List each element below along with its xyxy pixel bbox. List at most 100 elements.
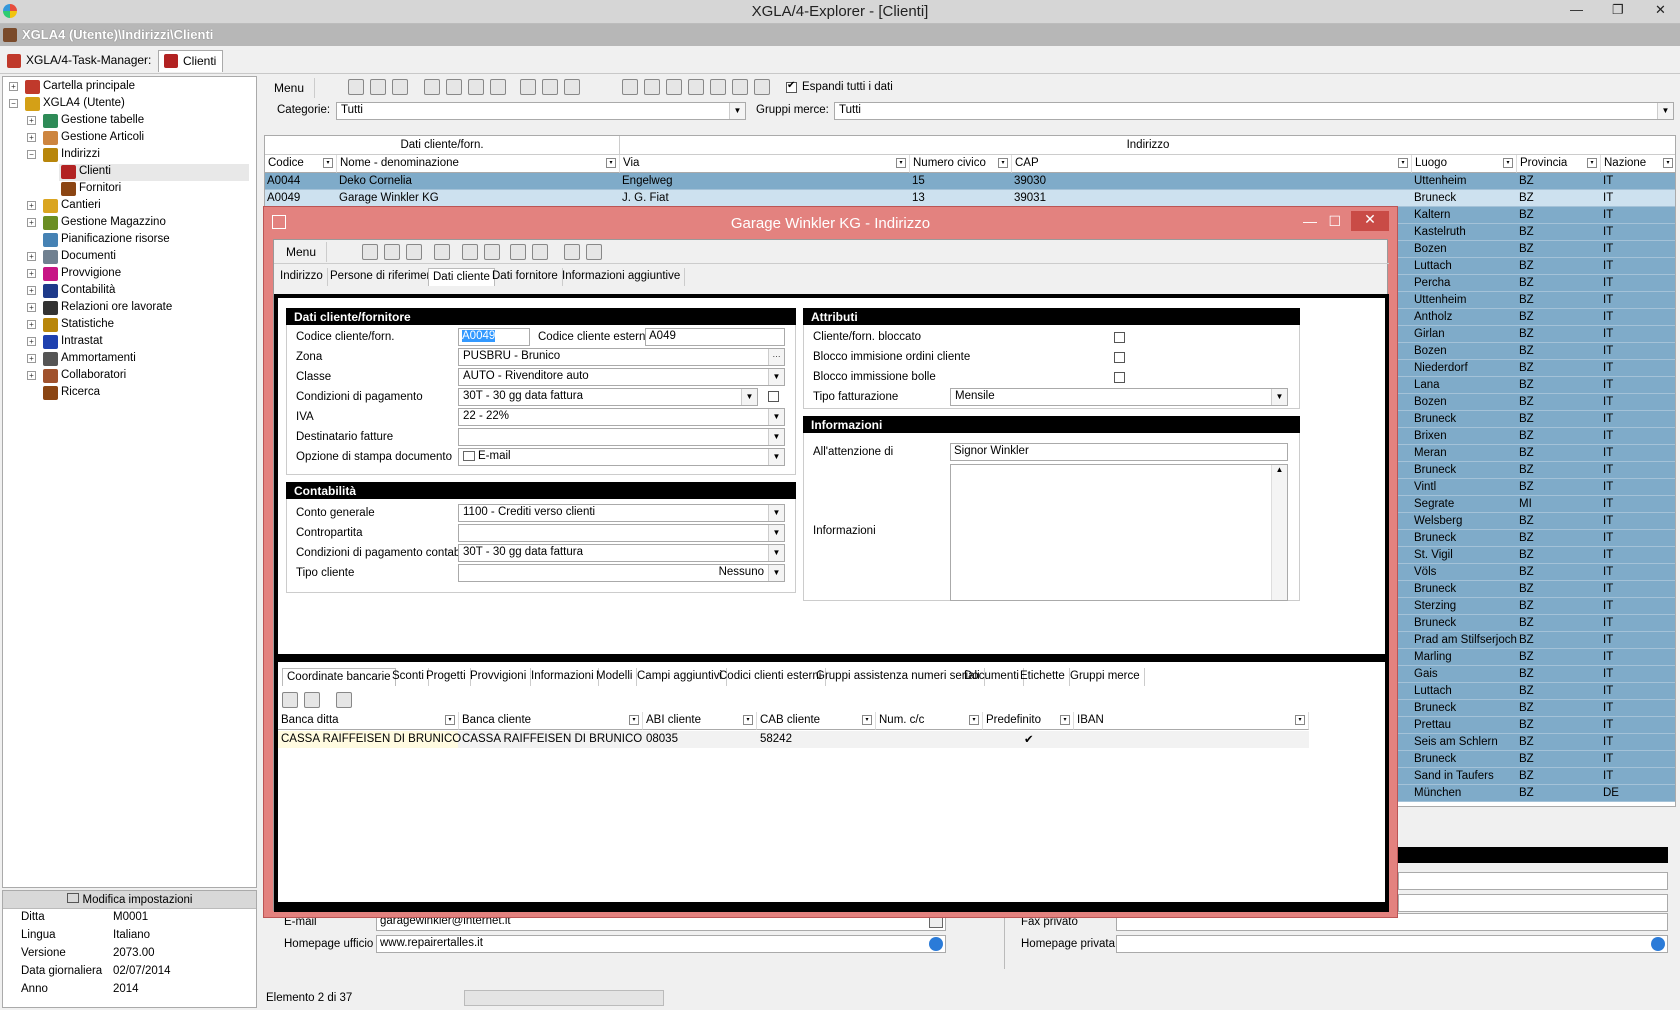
conto-select[interactable]: 1100 - Crediti verso clienti ▼ [458,504,785,522]
export-icon[interactable] [490,79,506,95]
new-icon[interactable] [282,692,298,708]
table-row[interactable]: A0044 Deko Cornelia Engelweg 15 39030 Ut… [265,173,1675,190]
chevron-down-icon[interactable]: ▼ [768,545,784,561]
filter-icon[interactable]: ▾ [1060,715,1070,725]
tree-item-fornitori[interactable]: Fornitori [59,181,249,198]
tipo-cliente-select[interactable]: Nessuno ▼ [458,564,785,582]
dialog-menu-button[interactable]: Menu [276,242,328,262]
filter-icon[interactable]: ▾ [629,715,639,725]
minimize-icon[interactable]: — [1303,213,1317,229]
save-icon[interactable] [362,244,378,260]
prop-row[interactable]: Anno 2014 [3,981,256,999]
bloccato-checkbox[interactable] [1114,332,1125,343]
column-header-nome[interactable]: Nome - denominazione ▾ [337,155,620,173]
chevron-down-icon[interactable]: ▼ [768,369,784,385]
expand-icon[interactable]: + [27,133,36,142]
filter-icon[interactable]: ▾ [743,715,753,725]
informazioni-textarea[interactable]: ▲ [950,464,1288,601]
maximize-icon[interactable]: ☐ [1328,213,1341,230]
minimize-icon[interactable]: — [1570,2,1583,17]
chevron-down-icon[interactable]: ▼ [768,449,784,465]
tab-indirizzo[interactable]: Indirizzo [276,268,328,286]
subtab-informazioni[interactable]: Informazioni [527,668,599,686]
subtab-progetti[interactable]: Progetti [422,668,471,686]
column-header-predefinito[interactable]: Predefinito ▾ [983,712,1074,730]
open-icon[interactable] [370,79,386,95]
expand-icon[interactable]: + [27,371,36,380]
tree-item-provvigione[interactable]: + Provvigione [27,266,249,283]
subtab-campi-aggiuntivi[interactable]: Campi aggiuntivi [633,668,728,686]
delete-icon[interactable] [392,79,408,95]
expand-icon[interactable]: + [27,116,36,125]
refresh-icon[interactable] [468,79,484,95]
condizioni-select[interactable]: 30T - 30 gg data fattura ▼ [458,388,758,406]
column-header-num-cc[interactable]: Num. c/c ▾ [876,712,983,730]
condizioni-checkbox[interactable] [768,391,779,402]
subtab-etichette[interactable]: Etichette [1016,668,1070,686]
gruppi-merce-select[interactable]: Tutti ▼ [834,102,1674,120]
print-icon[interactable] [542,79,558,95]
column-header-iban[interactable]: IBAN ▾ [1074,712,1309,730]
expand-icon[interactable]: + [27,286,36,295]
expand-icon[interactable]: + [9,82,18,91]
column-header-provincia[interactable]: Provincia ▾ [1517,155,1601,173]
browser-icon[interactable] [1651,937,1665,951]
tab-dati-cliente[interactable]: Dati cliente [428,268,495,286]
excel-icon[interactable] [520,79,536,95]
filter-icon[interactable]: ▾ [1503,158,1513,168]
tab-dati-fornitore[interactable]: Dati fornitore [488,268,563,286]
contropartita-select[interactable]: ▼ [458,524,785,542]
stampa-select[interactable]: E-mail ▼ [458,448,785,466]
tree-item-gestione-tabelle[interactable]: + Gestione tabelle [27,113,249,130]
codice-esterno-field[interactable]: A049 [645,328,785,346]
expand-icon[interactable]: + [27,218,36,227]
column-header-via[interactable]: Via ▾ [620,155,910,173]
expand-all-checkbox[interactable]: ✔ [786,80,797,93]
columns-icon[interactable] [688,79,704,95]
view-tree-icon[interactable] [644,79,660,95]
expand-icon[interactable]: + [27,320,36,329]
prop-row[interactable]: Versione 2073.00 [3,945,256,963]
chevron-down-icon[interactable]: ▼ [729,103,745,119]
subtab-coordinate-bancarie[interactable]: Coordinate bancarie [282,668,396,686]
save-close-icon[interactable] [406,244,422,260]
tab-info-aggiuntive[interactable]: Informazioni aggiuntive [558,268,686,286]
delete-icon[interactable] [336,692,352,708]
prop-row[interactable]: Data giornaliera 02/07/2014 [3,963,256,981]
destinatario-select[interactable]: ▼ [458,428,785,446]
tree-item-indirizzi[interactable]: − Indirizzi [27,147,249,164]
homepage-field[interactable]: www.repairertalles.it [376,935,946,953]
tree-item-statistiche[interactable]: + Statistiche [27,317,249,334]
expand-icon[interactable]: + [27,337,36,346]
arrow-down-icon[interactable] [484,244,500,260]
tree-item-collaboratori[interactable]: + Collaboratori [27,368,249,385]
iva-select[interactable]: 22 - 22% ▼ [458,408,785,426]
chevron-down-icon[interactable]: ▼ [1657,103,1673,119]
column-header-codice[interactable]: Codice ▾ [265,155,337,173]
column-header-cap[interactable]: CAP ▾ [1012,155,1412,173]
filter-icon[interactable]: ▾ [1663,158,1673,168]
window-icon[interactable] [710,79,726,95]
chevron-down-icon[interactable]: ▼ [768,525,784,541]
subtab-gruppi-assistenza[interactable]: Gruppi assistenza numeri seriali [812,668,985,686]
tree-item-intrastat[interactable]: + Intrastat [27,334,249,351]
browser-icon[interactable] [929,937,943,951]
subtab-codici-esterni[interactable]: Codici clienti esterni [715,668,827,686]
print-icon[interactable] [510,244,526,260]
categorie-select[interactable]: Tutti ▼ [336,102,746,120]
tree-item-contabilita[interactable]: + Contabilità [27,283,249,300]
chevron-down-icon[interactable]: ▼ [768,505,784,521]
close-icon[interactable]: ✕ [1655,2,1666,18]
arrow-up-icon[interactable] [462,244,478,260]
chevron-down-icon[interactable]: ▼ [768,409,784,425]
task-manager-button[interactable]: XGLA/4-Task-Manager: [2,50,157,72]
expand-icon[interactable]: + [27,252,36,261]
form-icon[interactable] [586,244,602,260]
filter-icon[interactable]: ▾ [1587,158,1597,168]
column-header-luogo[interactable]: Luogo ▾ [1412,155,1517,173]
copy-icon[interactable] [434,244,450,260]
chevron-down-icon[interactable]: ▼ [768,429,784,445]
preview-icon[interactable] [754,79,770,95]
grid-icon[interactable] [666,79,682,95]
subtab-documenti[interactable]: Documenti [960,668,1024,686]
